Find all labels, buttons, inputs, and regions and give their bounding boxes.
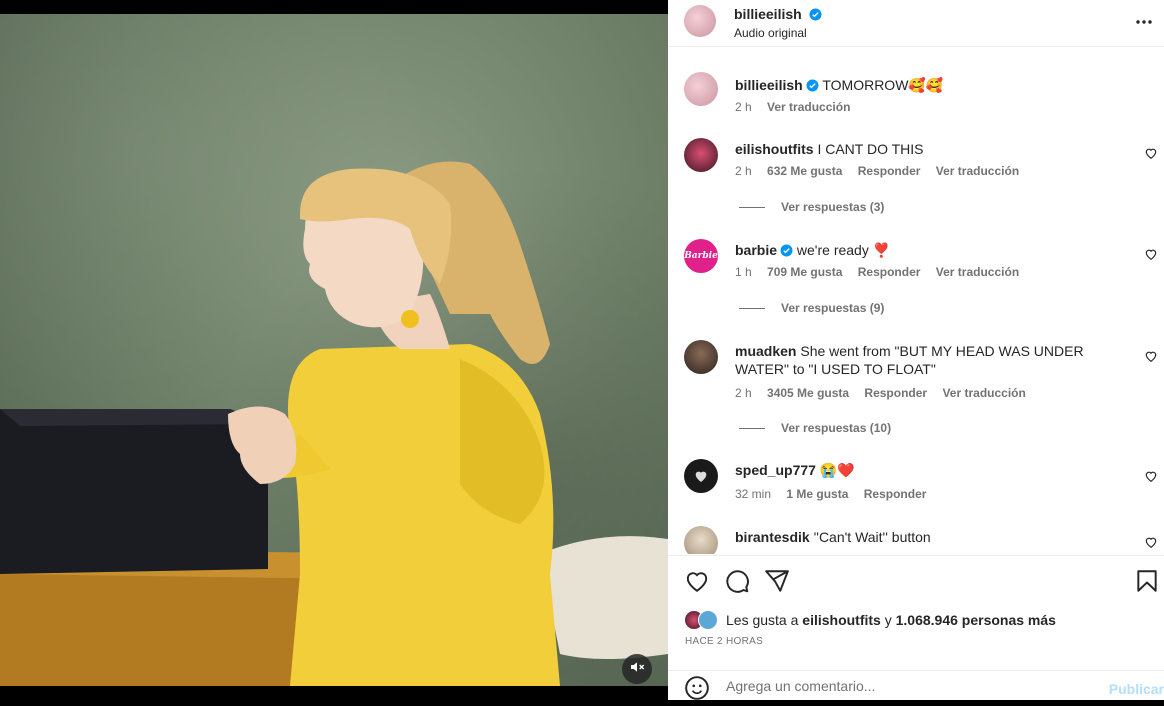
mute-toggle-button[interactable] bbox=[622, 654, 652, 684]
comment-reply-button[interactable]: Responder bbox=[864, 386, 927, 400]
comment-icon[interactable] bbox=[724, 568, 750, 594]
comment-likes[interactable]: 709 Me gusta bbox=[767, 265, 842, 279]
comment-username[interactable]: sped_up777 bbox=[735, 462, 816, 478]
emoji-icon[interactable] bbox=[684, 675, 710, 706]
comment-input[interactable] bbox=[724, 677, 1088, 695]
comment-time: 2 h bbox=[735, 164, 752, 178]
comment-text-row: sped_up777 😭❤️ bbox=[735, 461, 1130, 479]
heart-icon[interactable] bbox=[684, 568, 710, 594]
liker-avatar bbox=[698, 610, 718, 630]
heart-icon[interactable] bbox=[1144, 247, 1158, 261]
comment-translate-link[interactable]: Ver traducción bbox=[936, 164, 1019, 178]
replies-divider bbox=[739, 307, 765, 309]
post-details-panel: billieeilish Audio original billieeilish… bbox=[668, 0, 1164, 700]
comment-translate-link[interactable]: Ver traducción bbox=[936, 265, 1019, 279]
caption-username[interactable]: billieeilish bbox=[735, 77, 803, 93]
liker-avatars[interactable] bbox=[684, 610, 722, 630]
view-replies-label: Ver respuestas (3) bbox=[781, 200, 885, 214]
replies-divider bbox=[739, 427, 765, 429]
barbie-logo: Barbie bbox=[684, 251, 718, 261]
comment-meta: 2 h 3405 Me gusta Responder Ver traducci… bbox=[735, 386, 1038, 400]
caption-avatar[interactable] bbox=[684, 72, 718, 106]
comment-likes[interactable]: 3405 Me gusta bbox=[767, 386, 849, 400]
commenter-avatar[interactable] bbox=[684, 340, 718, 374]
publish-button[interactable]: Publicar bbox=[1109, 681, 1164, 697]
post-header: billieeilish Audio original bbox=[668, 0, 1164, 47]
view-replies-button[interactable]: Ver respuestas (3) bbox=[735, 200, 884, 214]
caption-text: TOMORROW🥰🥰 bbox=[822, 77, 944, 93]
comment-meta: 32 min 1 Me gusta Responder bbox=[735, 487, 938, 501]
avatar-heart-graphic bbox=[695, 471, 707, 482]
author-username-row: billieeilish bbox=[734, 6, 822, 26]
likes-summary: Les gusta a eilishoutfits y 1.068.946 pe… bbox=[684, 610, 1056, 630]
comment-text-row: birantesdik ''Can't Wait'' button bbox=[735, 528, 1130, 546]
view-replies-button[interactable]: Ver respuestas (9) bbox=[735, 301, 884, 315]
comment-text-row: barbie we're ready ❣️ bbox=[735, 241, 1130, 261]
comment-username[interactable]: birantesdik bbox=[735, 529, 810, 545]
heart-icon[interactable] bbox=[1144, 146, 1158, 160]
post-media[interactable] bbox=[0, 0, 668, 700]
comment-reply-button[interactable]: Responder bbox=[864, 487, 927, 501]
comment-time: 1 h bbox=[735, 265, 752, 279]
comment-text: ''Can't Wait'' button bbox=[813, 529, 931, 545]
replies-divider bbox=[739, 206, 765, 208]
caption-meta: 2 h Ver traducción bbox=[735, 100, 862, 114]
caption-text-row: billieeilish TOMORROW🥰🥰 bbox=[735, 76, 1130, 96]
verified-icon bbox=[809, 8, 822, 26]
heart-icon[interactable] bbox=[1144, 349, 1158, 363]
video-frame[interactable] bbox=[0, 14, 668, 686]
likes-joiner: y bbox=[884, 612, 892, 628]
comment-text-row: eilishoutfits I CANT DO THIS bbox=[735, 140, 1130, 158]
comment-translate-link[interactable]: Ver traducción bbox=[942, 386, 1025, 400]
comment-reply-button[interactable]: Responder bbox=[858, 164, 921, 178]
comment-meta: 1 h 709 Me gusta Responder Ver traducció… bbox=[735, 265, 1031, 279]
more-options-icon[interactable] bbox=[1134, 13, 1154, 31]
commenter-avatar[interactable] bbox=[684, 459, 718, 493]
comment-text-row: muadken She went from "BUT MY HEAD WAS U… bbox=[735, 342, 1130, 378]
comment-text: 😭❤️ bbox=[819, 462, 855, 478]
comments-list[interactable]: billieeilish TOMORROW🥰🥰 2 h Ver traducci… bbox=[668, 46, 1164, 554]
likes-prefix: Les gusta a bbox=[726, 612, 799, 628]
author-avatar[interactable] bbox=[684, 5, 716, 37]
video-scene-illustration bbox=[0, 161, 668, 686]
comment-username[interactable]: eilishoutfits bbox=[735, 141, 814, 157]
comment-text: I CANT DO THIS bbox=[817, 141, 924, 157]
comment-likes[interactable]: 632 Me gusta bbox=[767, 164, 842, 178]
comment-reply-button[interactable]: Responder bbox=[858, 265, 921, 279]
comment-username[interactable]: muadken bbox=[735, 343, 796, 359]
verified-icon bbox=[780, 243, 793, 261]
author-username[interactable]: billieeilish bbox=[734, 6, 802, 22]
likes-user[interactable]: eilishoutfits bbox=[802, 612, 881, 628]
view-replies-label: Ver respuestas (10) bbox=[781, 421, 892, 435]
muted-icon bbox=[629, 659, 645, 680]
commenter-avatar[interactable] bbox=[684, 526, 718, 554]
verified-icon bbox=[806, 78, 819, 96]
comment-meta: 2 h 632 Me gusta Responder Ver traducció… bbox=[735, 164, 1031, 178]
heart-icon[interactable] bbox=[1144, 469, 1158, 483]
commenter-avatar[interactable] bbox=[684, 138, 718, 172]
comment-username[interactable]: barbie bbox=[735, 242, 777, 258]
view-replies-button[interactable]: Ver respuestas (10) bbox=[735, 421, 891, 435]
post-actions-bar bbox=[668, 555, 1164, 608]
comment-time: 2 h bbox=[735, 386, 752, 400]
add-comment-bar: Publicar bbox=[668, 670, 1164, 701]
commenter-avatar[interactable]: Barbie bbox=[684, 239, 718, 273]
audio-label[interactable]: Audio original bbox=[734, 26, 807, 40]
comment-likes[interactable]: 1 Me gusta bbox=[786, 487, 848, 501]
comment-time: 32 min bbox=[735, 487, 772, 501]
share-icon[interactable] bbox=[764, 568, 790, 594]
caption-translate-link[interactable]: Ver traducción bbox=[767, 100, 850, 114]
heart-icon[interactable] bbox=[1144, 535, 1158, 549]
likes-others[interactable]: 1.068.946 personas más bbox=[896, 612, 1056, 628]
post-timestamp[interactable]: HACE 2 HORAS bbox=[685, 636, 763, 647]
caption-time: 2 h bbox=[735, 100, 752, 114]
comment-text: we're ready ❣️ bbox=[796, 242, 891, 258]
bookmark-icon[interactable] bbox=[1134, 568, 1160, 594]
view-replies-label: Ver respuestas (9) bbox=[781, 301, 885, 315]
